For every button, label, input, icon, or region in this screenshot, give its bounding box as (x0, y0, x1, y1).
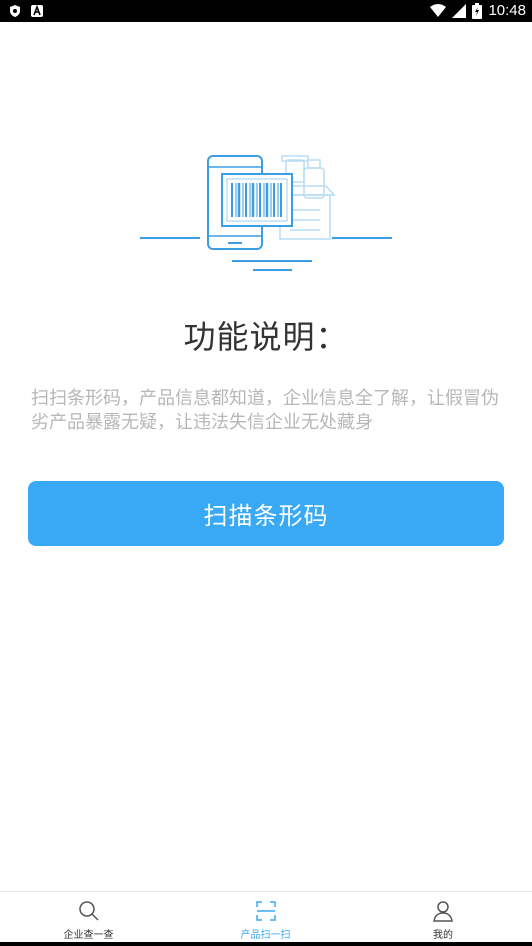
tab-label: 我的 (433, 930, 453, 941)
wifi-icon (430, 4, 447, 17)
scan-barcode-button-label: 扫描条形码 (203, 502, 329, 530)
search-icon (78, 901, 99, 921)
barcode-scan-illustration (140, 155, 392, 271)
person-icon (433, 901, 453, 922)
tab-enterprise-search[interactable]: 企业查一查 (0, 892, 177, 943)
tab-product-scan[interactable]: 产品扫一扫 (177, 892, 354, 943)
feature-description: 扫扫条形码，产品信息都知道，企业信息全了解，让假冒伪劣产品暴露无疑，让违法失信企… (31, 388, 499, 433)
status-time: 10:48 (488, 2, 526, 19)
tab-label: 企业查一查 (63, 930, 114, 941)
scan-barcode-button[interactable]: 扫描条形码 (28, 481, 504, 546)
tab-mine[interactable]: 我的 (354, 892, 532, 943)
shield-icon (10, 5, 20, 17)
status-bar: 10:48 (0, 0, 532, 22)
page-title: 功能说明： (183, 318, 349, 356)
signal-icon (452, 4, 467, 18)
bottom-tab-bar: 企业查一查 产品扫一扫 我的 (0, 891, 532, 943)
scan-icon (255, 901, 276, 921)
a-icon (31, 4, 43, 17)
battery-icon (472, 3, 483, 19)
system-nav-bar (0, 942, 532, 946)
tab-label: 产品扫一扫 (240, 930, 291, 941)
